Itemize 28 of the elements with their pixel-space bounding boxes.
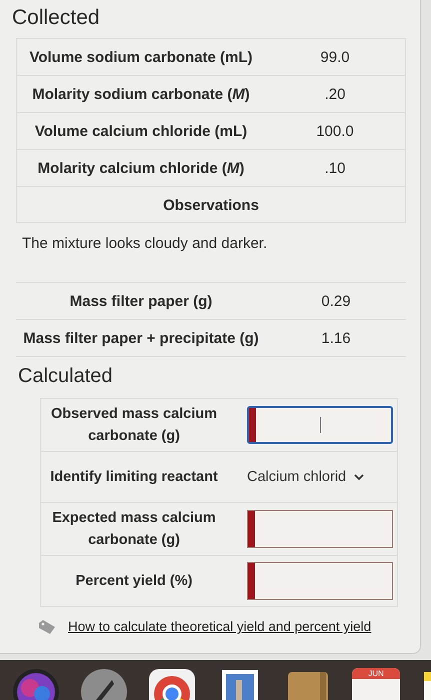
field-value: 99.0: [320, 48, 350, 66]
field-value: 0.29: [321, 292, 351, 310]
field-value: .20: [324, 86, 346, 102]
section-title: Calculated: [18, 365, 114, 388]
field-label: Observed mass calcium carbonate (g): [50, 405, 218, 446]
field-label: Molarity calcium chloride (M): [38, 160, 244, 176]
field-label: Expected mass calcium carbonate (g): [51, 509, 217, 550]
observations-text: The mixture looks cloudy and darker.: [22, 235, 268, 252]
field-value: .10: [324, 160, 346, 176]
field-label: Volume sodium carbonate (mL): [29, 48, 253, 66]
tag-icon: [38, 620, 56, 634]
field-label: Volume calcium chloride (mL): [34, 122, 248, 140]
caret-icon: [354, 474, 364, 480]
field-value: 100.0: [316, 122, 354, 140]
reactant-dropdown[interactable]: Calcium chlorid: [247, 469, 397, 485]
field-label: Mass filter paper + precipitate (g): [23, 330, 259, 346]
input-field[interactable]: [247, 406, 393, 444]
calendar-icon[interactable]: JUN: [352, 668, 400, 700]
field-value: 1.16: [321, 330, 351, 346]
input-field[interactable]: [247, 562, 393, 600]
section-title: Collected: [12, 6, 101, 30]
field-label: Percent yield (%): [74, 572, 194, 591]
field-label: Identify limiting reactant: [49, 468, 219, 487]
input-field[interactable]: [247, 510, 393, 548]
observations-heading: Observations: [163, 197, 259, 214]
help-link[interactable]: How to calculate theoretical yield and percent yield: [68, 619, 372, 634]
field-label: Mass filter paper (g): [70, 292, 212, 310]
field-label: Molarity sodium carbonate (M): [32, 86, 250, 102]
